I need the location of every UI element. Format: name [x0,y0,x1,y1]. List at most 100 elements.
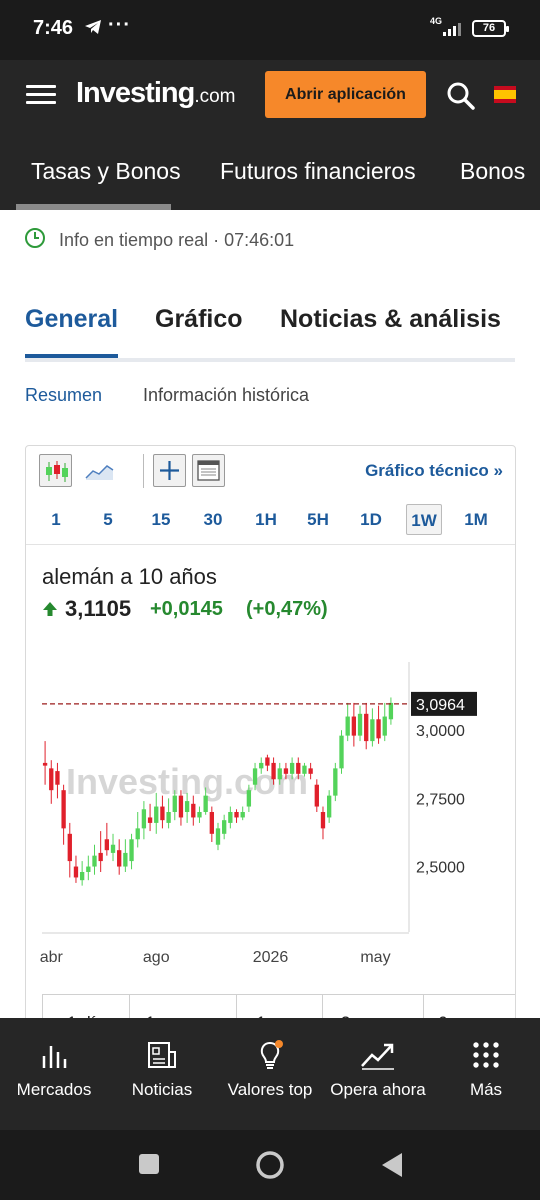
candle-body [203,795,208,812]
nav-valores-top-label: Valores top [227,1080,313,1099]
main-tabs: General Gráfico Noticias & análisis [25,300,515,362]
interval-selector: 1 5 15 30 1H 5H 1D 1W 1M [26,500,515,545]
candle-body [209,812,214,834]
candle-body [178,795,184,818]
telegram-icon [85,20,101,34]
candle-body [320,812,326,829]
candle-body [67,833,72,862]
candle-body [345,716,350,736]
nav-tab-bonos[interactable]: Bonos [460,158,525,185]
candle-body [339,735,344,769]
interval-5[interactable]: 5 [90,504,126,535]
candle-16 [141,801,147,840]
interval-1d[interactable]: 1D [353,504,389,535]
back-button[interactable] [380,1152,404,1178]
candle-body [117,850,122,867]
active-tab-indicator [25,354,118,358]
realtime-label: Info en tiempo real · 07:46:01 [59,230,295,250]
spain-flag-icon[interactable] [494,86,516,103]
nav-mercados[interactable]: Mercados [0,1040,108,1120]
interval-15[interactable]: 15 [143,504,179,535]
candle-body [184,801,190,812]
candle-body [265,757,270,766]
interval-1[interactable]: 1 [38,504,74,535]
nav-noticias[interactable]: Noticias [108,1040,216,1120]
nav-noticias-label: Noticias [131,1080,193,1099]
candle-52 [364,702,369,750]
candle-body [388,702,394,720]
y-axis-ticks: 3,0000 2,7500 2,5000 [416,723,465,876]
candle-body [61,790,66,829]
candle-body [104,839,110,851]
interval-30[interactable]: 30 [195,504,231,535]
candle-46 [326,790,332,823]
candle-body [314,784,319,807]
nav-opera-ahora-label: Opera ahora [330,1080,426,1099]
candle-2 [55,762,60,799]
chart-layout-icon[interactable] [192,454,225,487]
recents-button[interactable] [138,1153,160,1175]
candle-body [283,768,289,774]
tab-grafico[interactable]: Gráfico [155,305,243,334]
candle-1 [49,760,54,804]
candle-body [302,765,307,774]
candle-4 [67,822,72,878]
candle-50 [351,702,357,747]
candle-6 [79,861,85,886]
nav-tab-futuros[interactable]: Futuros financieros [220,158,416,185]
price-chart[interactable]: Investing.com 3,0964 3,00002,75002,5000 … [26,646,516,986]
candle-30 [228,806,233,829]
candle-47 [333,762,338,802]
candle-body [259,762,264,769]
candle-12 [117,839,122,875]
open-app-button[interactable]: Abrir aplicación [265,71,426,118]
nav-tab-tasas-bonos[interactable]: Tasas y Bonos [31,158,181,185]
grid-dots-icon [473,1042,499,1068]
nav-mas[interactable]: Más [432,1040,540,1120]
candle-14 [129,833,134,870]
instrument-name: alemán a 10 años [42,564,217,589]
last-value-label: 3,0964 [411,691,477,716]
candle-body [147,817,153,823]
subtab-historica[interactable]: Información histórica [143,385,309,406]
candle-body [166,812,171,823]
home-button[interactable] [254,1149,286,1181]
price-change-percent: (+0,47%) [246,598,328,620]
interval-5h[interactable]: 5H [300,504,336,535]
y-tick-label: 2,5000 [416,860,465,877]
candle-31 [234,809,239,823]
search-icon[interactable] [446,81,476,111]
subtab-resumen[interactable]: Resumen [25,385,102,406]
chart-toolbar: Gráfico técnico » [26,446,515,496]
technical-chart-link[interactable]: Gráfico técnico » [365,461,503,481]
nav-valores-top[interactable]: Valores top [216,1040,324,1120]
interval-1h[interactable]: 1H [248,504,284,535]
candle-9 [98,831,103,872]
candle-body [73,866,79,878]
candle-7 [86,855,91,881]
candle-body [86,866,91,872]
trend-up-icon [361,1043,394,1070]
candle-body [296,762,301,774]
tab-general[interactable]: General [25,305,118,334]
add-indicator-icon[interactable] [153,454,186,487]
candle-body [382,716,387,736]
candle-body [49,768,54,791]
status-time: 7:46 [33,17,74,39]
menu-icon[interactable] [26,85,56,105]
candle-0 [42,741,48,785]
nav-mas-label: Más [469,1080,503,1099]
nav-opera-ahora[interactable]: Opera ahora [324,1040,432,1120]
nav-mercados-label: Mercados [16,1080,92,1099]
system-nav-bar [0,1130,540,1200]
toolbar-divider [143,454,144,488]
area-chart-icon[interactable] [83,454,116,487]
tab-noticias-analisis[interactable]: Noticias & análisis [280,305,501,334]
investing-logo[interactable]: Investing.com [76,77,236,110]
x-tick-label: ago [143,949,170,966]
candlestick-icon[interactable] [39,454,72,487]
interval-1m[interactable]: 1M [458,504,494,535]
candle-body [92,855,97,867]
interval-1w[interactable]: 1W [406,504,442,535]
candle-54 [376,705,381,744]
